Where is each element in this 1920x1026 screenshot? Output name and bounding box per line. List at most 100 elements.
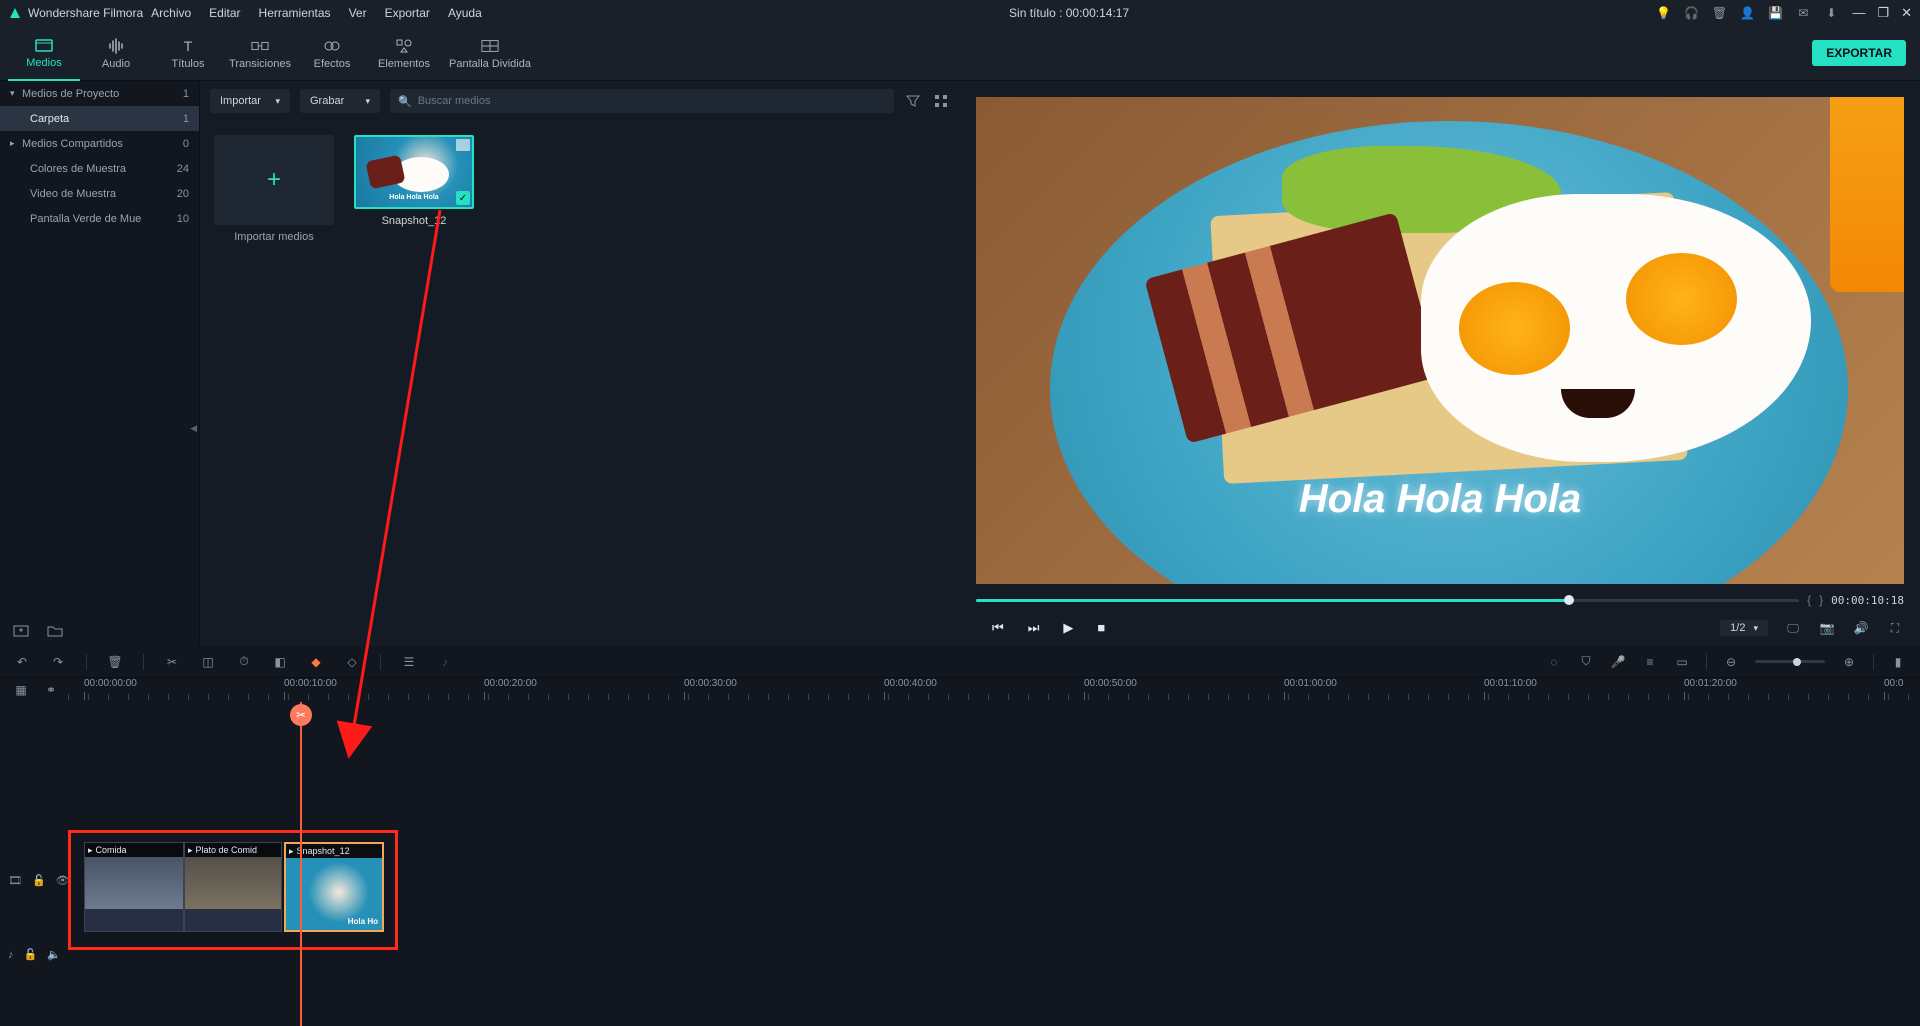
shield-icon[interactable]: ⛉ bbox=[1578, 654, 1594, 670]
prev-frame-button[interactable]: ⏮ bbox=[992, 620, 1004, 636]
media-clip-snapshot12[interactable]: Hola Hola Hola ✓ Snapshot_12 bbox=[354, 135, 474, 227]
sidebar-item-count: 0 bbox=[183, 138, 189, 150]
preview-scale-dropdown[interactable]: 1/2▾ bbox=[1720, 620, 1768, 636]
marker-icon[interactable]: ◇ bbox=[344, 654, 360, 670]
zoom-slider[interactable] bbox=[1755, 660, 1825, 663]
folder-icon[interactable] bbox=[46, 621, 64, 639]
render-icon[interactable]: ◌ bbox=[1546, 654, 1562, 670]
mute-audio-icon[interactable]: ♪ bbox=[437, 654, 453, 670]
tab-transiciones[interactable]: Transiciones bbox=[224, 26, 296, 81]
crop-icon[interactable]: ◫ bbox=[200, 654, 216, 670]
grid-icon[interactable] bbox=[932, 92, 950, 110]
scissor-icon[interactable]: ✂ bbox=[290, 704, 312, 726]
timeline-ruler[interactable]: ▦ ⚭ 00:00:00:00 00:00:10:00 00:00:20:00 … bbox=[0, 678, 1920, 702]
filter-icon[interactable] bbox=[904, 92, 922, 110]
clip-label: Snapshot_12 bbox=[297, 846, 350, 856]
delete-icon[interactable]: 🗑 bbox=[107, 654, 123, 670]
bulb-icon[interactable]: 💡 bbox=[1656, 6, 1670, 20]
tab-efectos[interactable]: Efectos bbox=[296, 26, 368, 81]
new-folder-icon[interactable] bbox=[12, 621, 30, 639]
window-minimize[interactable]: — bbox=[1852, 5, 1865, 21]
mic-icon[interactable]: 🎤 bbox=[1610, 654, 1626, 670]
mute-icon[interactable]: 🔈 bbox=[47, 948, 61, 961]
monitor-icon[interactable]: 🖵 bbox=[1784, 619, 1802, 637]
sidebar-collapse-handle[interactable]: ◀ bbox=[190, 423, 197, 434]
sidebar-item-video-muestra[interactable]: Video de Muestra 20 bbox=[0, 181, 199, 206]
zoom-in-icon[interactable]: ⊕ bbox=[1841, 654, 1857, 670]
search-input[interactable]: 🔍 Buscar medios bbox=[390, 89, 894, 113]
timeline-clip-comida[interactable]: ▸Comida bbox=[84, 842, 184, 932]
color-icon[interactable]: ◧ bbox=[272, 654, 288, 670]
stop-button[interactable]: ■ bbox=[1097, 620, 1105, 636]
fullscreen-icon[interactable]: ⛶ bbox=[1886, 619, 1904, 637]
export-button[interactable]: EXPORTAR bbox=[1812, 40, 1906, 66]
tab-elementos[interactable]: Elementos bbox=[368, 26, 440, 81]
app-logo bbox=[8, 6, 22, 20]
mark-out-icon[interactable]: } bbox=[1819, 593, 1823, 607]
sidebar-item-medios-proyecto[interactable]: ▾ Medios de Proyecto 1 bbox=[0, 81, 199, 106]
sidebar-item-count: 1 bbox=[183, 113, 189, 125]
redo-icon[interactable]: ↷ bbox=[50, 654, 66, 670]
headphones-icon[interactable]: 🎧 bbox=[1684, 6, 1698, 20]
scrub-bar[interactable] bbox=[976, 599, 1799, 602]
timeline-clip-plato[interactable]: ▸Plato de Comid bbox=[184, 842, 282, 932]
import-media-tile[interactable]: + Importar medios bbox=[214, 135, 334, 243]
tab-titulos[interactable]: T Títulos bbox=[152, 26, 224, 81]
sidebar-item-colores-muestra[interactable]: Colores de Muestra 24 bbox=[0, 156, 199, 181]
link-icon[interactable]: ⚭ bbox=[42, 681, 60, 699]
mark-in-icon[interactable]: { bbox=[1807, 593, 1811, 607]
thumbs-icon[interactable]: ▦ bbox=[12, 681, 30, 699]
volume-icon[interactable]: 🔊 bbox=[1852, 619, 1870, 637]
titles-icon: T bbox=[179, 37, 197, 55]
trash-icon[interactable]: 🗑 bbox=[1712, 6, 1726, 20]
timeline-body[interactable]: 🎞 🔓 👁 ♪ 🔓 🔈 ✂ ▸Comida ▸Plato de Comid ▸S… bbox=[0, 702, 1920, 1026]
keyframe-icon[interactable]: ◆ bbox=[308, 654, 324, 670]
menu-archivo[interactable]: Archivo bbox=[151, 6, 191, 20]
preview-canvas[interactable]: Hola Hola Hola bbox=[976, 97, 1904, 584]
camera-icon[interactable]: 📷 bbox=[1818, 619, 1836, 637]
play-button[interactable]: ▶ bbox=[1063, 620, 1073, 636]
timeline-clip-snapshot12[interactable]: ▸Snapshot_12 Hola Ho bbox=[284, 842, 384, 932]
window-close[interactable]: ✕ bbox=[1901, 5, 1912, 21]
frame-icon[interactable]: ▭ bbox=[1674, 654, 1690, 670]
menu-ayuda[interactable]: Ayuda bbox=[448, 6, 482, 20]
lock-icon[interactable]: 🔓 bbox=[24, 948, 38, 961]
menu-ver[interactable]: Ver bbox=[349, 6, 367, 20]
window-restore[interactable]: ❐ bbox=[1877, 5, 1889, 21]
sidebar-item-pantalla-verde[interactable]: Pantalla Verde de Mue 10 bbox=[0, 206, 199, 231]
eye-icon[interactable]: 👁 bbox=[56, 874, 70, 887]
menu-exportar[interactable]: Exportar bbox=[385, 6, 430, 20]
mixer-icon[interactable]: ≡ bbox=[1642, 654, 1658, 670]
zoom-out-icon[interactable]: ⊖ bbox=[1723, 654, 1739, 670]
sidebar-item-count: 24 bbox=[177, 163, 189, 175]
menu-editar[interactable]: Editar bbox=[209, 6, 240, 20]
tab-audio[interactable]: Audio bbox=[80, 26, 152, 81]
undo-icon[interactable]: ↶ bbox=[14, 654, 30, 670]
speed-icon[interactable]: ⏱ bbox=[236, 654, 252, 670]
lock-icon[interactable]: 🔓 bbox=[32, 874, 46, 887]
settings-icon[interactable]: ☰ bbox=[401, 654, 417, 670]
video-track-head[interactable]: 🎞 🔓 👁 bbox=[8, 874, 70, 887]
playhead[interactable]: ✂ bbox=[300, 702, 302, 1026]
image-badge-icon bbox=[456, 139, 470, 151]
download-icon[interactable]: ⬇ bbox=[1824, 6, 1838, 20]
dropdown-label: Importar bbox=[220, 95, 261, 107]
tab-pantalla-dividida[interactable]: Pantalla Dividida bbox=[440, 26, 540, 81]
tab-medios[interactable]: Medios bbox=[8, 26, 80, 81]
menu-herramientas[interactable]: Herramientas bbox=[259, 6, 331, 20]
mail-icon[interactable]: ✉ bbox=[1796, 6, 1810, 20]
scrub-thumb[interactable] bbox=[1564, 595, 1574, 605]
preview-overlay-text: Hola Hola Hola bbox=[1299, 477, 1581, 522]
sidebar-item-carpeta[interactable]: Carpeta 1 bbox=[0, 106, 199, 131]
zoom-fit-icon[interactable]: ▮ bbox=[1890, 654, 1906, 670]
cut-icon[interactable]: ✂ bbox=[164, 654, 180, 670]
next-frame-button[interactable]: ⏭ bbox=[1028, 620, 1040, 636]
sidebar-item-medios-compartidos[interactable]: ▸ Medios Compartidos 0 bbox=[0, 131, 199, 156]
save-icon[interactable]: 💾 bbox=[1768, 6, 1782, 20]
tab-label: Efectos bbox=[314, 58, 351, 70]
record-dropdown[interactable]: Grabar▾ bbox=[300, 89, 380, 113]
import-dropdown[interactable]: Importar▾ bbox=[210, 89, 290, 113]
user-icon[interactable]: 👤 bbox=[1740, 6, 1754, 20]
ruler-mark: 00:00:00:00 bbox=[84, 678, 137, 689]
audio-track-head[interactable]: ♪ 🔓 🔈 bbox=[8, 948, 61, 961]
